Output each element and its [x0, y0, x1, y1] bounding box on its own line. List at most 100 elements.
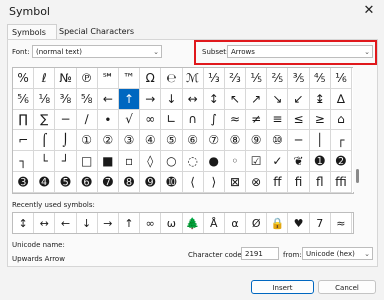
symbol-cell[interactable]: %	[13, 68, 35, 89]
from-select[interactable]: Unicode (hex) ⌄	[302, 247, 373, 260]
symbol-cell[interactable]: →	[140, 88, 162, 110]
symbol-cell[interactable]: ﬂ	[309, 171, 331, 193]
symbol-cell[interactable]: □	[76, 151, 98, 172]
symbol-cell[interactable]: ➎	[55, 171, 77, 193]
symbol-cell[interactable]: ⅝	[76, 88, 98, 110]
tab-special-characters[interactable]: Special Characters	[55, 24, 138, 39]
symbol-cell[interactable]: ↖	[224, 88, 247, 110]
symbol-cell[interactable]: ↓	[161, 88, 183, 110]
recent-symbol-cell[interactable]: 7	[310, 213, 331, 233]
symbol-cell[interactable]: ⅙	[330, 68, 352, 89]
recent-symbol-cell[interactable]: ↕	[13, 213, 35, 233]
symbol-cell[interactable]: ➍	[34, 171, 56, 193]
symbol-cell[interactable]: ➐	[97, 171, 119, 193]
recent-symbol-cell[interactable]: ↑	[119, 213, 141, 233]
symbol-cell[interactable]: ≡	[267, 109, 289, 131]
symbol-cell[interactable]: ⌠	[34, 130, 56, 152]
symbol-cell[interactable]: ⑤	[161, 130, 183, 152]
symbol-cell[interactable]: ⅖	[267, 68, 289, 89]
symbol-cell[interactable]: │	[309, 130, 331, 152]
symbol-cell[interactable]: ⑥	[182, 130, 204, 152]
symbol-cell[interactable]: ⟩	[203, 171, 225, 193]
symbol-cell[interactable]: ☑	[246, 151, 268, 172]
symbol-cell[interactable]: ┐	[13, 151, 35, 172]
symbol-cell[interactable]: ─	[288, 130, 310, 152]
symbol-cell[interactable]: ➋	[330, 151, 352, 172]
symbol-cell[interactable]: ❦	[288, 151, 310, 172]
close-icon[interactable]: ✕	[360, 2, 378, 20]
symbol-cell[interactable]: ③	[118, 130, 141, 152]
symbol-cell[interactable]: ⅚	[13, 88, 35, 110]
symbol-cell[interactable]: ✓	[267, 151, 289, 172]
symbol-cell[interactable]: ⌡	[55, 130, 77, 152]
symbol-cell[interactable]: ⅕	[246, 68, 268, 89]
symbol-cell[interactable]: ↨	[309, 88, 331, 110]
symbol-cell[interactable]: ⑨	[246, 130, 268, 152]
symbol-cell[interactable]: ⑩	[267, 130, 289, 152]
symbol-cell[interactable]: ➒	[140, 171, 162, 193]
symbol-cell[interactable]: ∩	[182, 109, 204, 131]
symbol-cell[interactable]: ➊	[309, 151, 331, 172]
symbol-cell[interactable]: ﬃ	[330, 171, 352, 193]
recent-symbol-cell[interactable]: ↔	[34, 213, 56, 233]
symbol-cell[interactable]: ⅘	[309, 68, 331, 89]
recent-symbol-cell[interactable]: α	[225, 213, 247, 233]
symbol-cell[interactable]: ∏	[13, 109, 35, 131]
symbol-cell[interactable]: ≥	[309, 109, 331, 131]
symbol-cell[interactable]: ∑	[34, 109, 56, 131]
recent-symbol-cell[interactable]: →	[98, 213, 119, 233]
symbol-cell[interactable]: ●	[203, 151, 225, 172]
symbol-cell[interactable]: ◌	[182, 151, 204, 172]
symbol-cell[interactable]: ↑	[118, 88, 141, 110]
symbol-cell[interactable]: Ω	[140, 68, 162, 89]
symbol-cell[interactable]: ﬀ	[267, 171, 289, 193]
recent-symbol-cell[interactable]: ≈	[331, 213, 352, 233]
symbol-cell[interactable]: −	[55, 109, 77, 131]
symbol-cell[interactable]: ②	[97, 130, 119, 152]
symbol-cell[interactable]: ∕	[76, 109, 98, 131]
symbol-cell[interactable]: ℮	[161, 68, 183, 89]
character-code-input[interactable]: 2191	[241, 247, 279, 260]
symbol-cell[interactable]: ▫	[118, 151, 141, 172]
symbol-cell[interactable]: ➌	[13, 171, 35, 193]
symbol-cell[interactable]: ⟨	[182, 171, 204, 193]
recent-symbols[interactable]: ↕ ↔ ← ↓ → ↑ ∞ ω 🌲 Åα Ø 🔒 ♥ 7 ≈	[12, 212, 354, 234]
symbol-cell[interactable]: ⅔	[224, 68, 247, 89]
recent-symbol-cell[interactable]: Ø	[246, 213, 268, 233]
grid-scrollbar[interactable]	[353, 67, 363, 192]
insert-button[interactable]: Insert	[251, 280, 314, 294]
symbol-cell[interactable]: ⑦	[203, 130, 225, 152]
symbol-cell[interactable]: ⅓	[203, 68, 225, 89]
symbol-cell[interactable]: ℗	[76, 68, 98, 89]
symbol-cell[interactable]: ≠	[246, 109, 268, 131]
recent-symbol-cell[interactable]: ♥	[288, 213, 310, 233]
symbol-cell[interactable]: └	[34, 151, 56, 172]
symbol-cell[interactable]: ↔	[182, 88, 204, 110]
symbol-cell[interactable]: ➑	[118, 171, 141, 193]
symbol-cell[interactable]: ≤	[288, 109, 310, 131]
symbol-cell[interactable]: ◦	[224, 151, 247, 172]
recent-symbol-cell[interactable]: Å	[204, 213, 225, 233]
symbol-cell[interactable]: ┌	[330, 130, 352, 152]
symbol-cell[interactable]: ℳ	[182, 68, 204, 89]
symbol-cell[interactable]: ⅜	[55, 88, 77, 110]
symbol-cell[interactable]: ■	[97, 151, 119, 172]
scroll-thumb[interactable]	[356, 169, 359, 183]
symbol-cell[interactable]: ○	[161, 151, 183, 172]
symbol-cell[interactable]: ④	[140, 130, 162, 152]
recent-symbol-cell[interactable]: ↓	[77, 213, 98, 233]
recent-symbol-cell[interactable]: ∞	[140, 213, 162, 233]
symbol-cell[interactable]: ∞	[140, 109, 162, 131]
symbol-grid[interactable]: % ℓ № ℗ ℠ ™ Ω ℮ ℳ ⅓ ⅔ ⅕ ⅖ ⅗ ⅘ ⅙ ⅚ ⅛ ⅜ ⅝ ← ↑ → ↓ ↔ ↕ ↖ ↗ ↘ ↙ ↨ ∆ ∏ ∑ − ∕ ∙ √ ∞ ∟…	[12, 67, 354, 194]
symbol-cell[interactable]: ◊	[140, 151, 162, 172]
font-select[interactable]: (normal text) ⌄	[32, 45, 162, 58]
symbol-cell[interactable]: ⅛	[34, 88, 56, 110]
symbol-cell[interactable]: ⊗	[246, 171, 268, 193]
subset-select[interactable]: Arrows ⌄	[227, 45, 373, 58]
symbol-cell[interactable]: ↙	[288, 88, 310, 110]
recent-symbol-cell[interactable]: 🌲	[183, 213, 204, 233]
symbol-cell[interactable]: ←	[97, 88, 119, 110]
symbol-cell[interactable]: ℠	[97, 68, 119, 89]
symbol-cell[interactable]: №	[55, 68, 77, 89]
recent-symbol-cell[interactable]: ←	[55, 213, 77, 233]
